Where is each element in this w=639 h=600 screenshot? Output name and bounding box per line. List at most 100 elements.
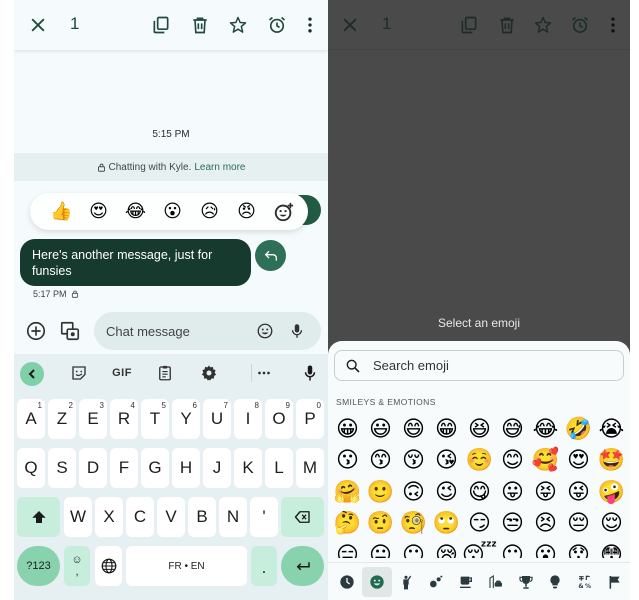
settings-gear-icon[interactable] (197, 362, 221, 384)
key-i[interactable]: I8 (234, 399, 262, 439)
emoji-item[interactable]: 😜 (562, 476, 595, 508)
chat-message-field[interactable] (94, 312, 321, 350)
emoji-item[interactable]: 😋 (463, 476, 496, 508)
microphone-icon[interactable] (287, 321, 307, 341)
gif-button[interactable]: GIF (110, 362, 134, 384)
key-z[interactable]: Z2 (48, 399, 76, 439)
keyboard-back-button[interactable] (20, 362, 44, 386)
emoji-item[interactable]: 😅 (496, 413, 529, 445)
emoji-item[interactable]: 🤔 (331, 508, 364, 540)
emoji-item[interactable]: 🤩 (595, 445, 628, 477)
gallery-camera-icon[interactable] (58, 319, 82, 343)
category-recent[interactable] (332, 567, 362, 597)
emoji-item[interactable]: 😃 (364, 413, 397, 445)
emoji-item[interactable]: 😯 (562, 539, 595, 558)
emoji-item[interactable]: 😳 (595, 539, 628, 558)
category-activities[interactable] (511, 567, 541, 597)
emoji-item[interactable]: 😚 (397, 445, 430, 477)
more-vert-icon[interactable] (298, 13, 322, 37)
key-w[interactable]: W (64, 497, 92, 537)
alarm-icon[interactable] (265, 13, 289, 37)
message-bubble[interactable]: Here's another message, just for funsies (20, 239, 251, 286)
emoji-item[interactable]: 😶 (496, 539, 529, 558)
key-j[interactable]: J (203, 448, 231, 488)
key-e[interactable]: E3 (79, 399, 107, 439)
category-symbols[interactable]: &% (570, 567, 600, 597)
emoji-item[interactable]: 😌 (595, 508, 628, 540)
emoji-item[interactable]: 😪 (430, 539, 463, 558)
emoji-item[interactable]: 😒 (496, 508, 529, 540)
category-food[interactable] (451, 567, 481, 597)
emoji-search-input[interactable] (373, 358, 573, 373)
comma-key[interactable]: ☺ , (64, 546, 90, 586)
reply-button[interactable] (255, 240, 286, 271)
key-k[interactable]: K (234, 448, 262, 488)
category-travel[interactable] (481, 567, 511, 597)
category-people[interactable] (392, 567, 422, 597)
category-flags[interactable] (600, 567, 630, 597)
emoji-item[interactable]: 😭 (595, 413, 628, 445)
emoji-item[interactable]: 😛 (496, 476, 529, 508)
emoji-item[interactable]: 🙃 (397, 476, 430, 508)
emoji-item[interactable]: 🙄 (430, 508, 463, 540)
emoji-item[interactable]: 😮 (529, 539, 562, 558)
emoji-item[interactable]: 😉 (430, 476, 463, 508)
emoji-item[interactable]: 😐 (364, 539, 397, 558)
emoji-search-box[interactable] (334, 350, 624, 381)
emoji-item[interactable]: 🤪 (595, 476, 628, 508)
emoji-item[interactable]: 😄 (397, 413, 430, 445)
emoji-item[interactable]: 😂 (529, 413, 562, 445)
category-smileys[interactable] (361, 566, 392, 597)
more-horiz-icon[interactable] (252, 362, 276, 384)
language-switch-key[interactable] (95, 546, 122, 586)
key-m[interactable]: M (296, 448, 324, 488)
key-apostrophe[interactable]: ' (250, 497, 278, 537)
emoji-icon[interactable] (255, 321, 275, 341)
emoji-item[interactable]: 😊 (496, 445, 529, 477)
enter-key[interactable] (281, 546, 324, 586)
key-g[interactable]: G (141, 448, 169, 488)
emoji-item[interactable]: 😆 (463, 413, 496, 445)
key-f[interactable]: F (110, 448, 138, 488)
emoji-item[interactable]: 😍 (562, 445, 595, 477)
backspace-key[interactable] (281, 497, 324, 537)
key-b[interactable]: B (188, 497, 216, 537)
reaction-heart-eyes[interactable]: 😍 (80, 197, 117, 227)
key-p[interactable]: P0 (296, 399, 324, 439)
sticker-icon[interactable] (67, 362, 91, 384)
key-o[interactable]: O9 (265, 399, 293, 439)
emoji-item[interactable]: 😙 (364, 445, 397, 477)
reaction-angry[interactable]: 😠 (228, 197, 265, 227)
star-icon[interactable] (226, 13, 250, 37)
key-n[interactable]: N (219, 497, 247, 537)
reaction-sad[interactable]: 😥 (191, 197, 228, 227)
key-x[interactable]: X (95, 497, 123, 537)
key-v[interactable]: V (157, 497, 185, 537)
emoji-item[interactable]: 🙂 (364, 476, 397, 508)
key-l[interactable]: L (265, 448, 293, 488)
key-y[interactable]: Y6 (172, 399, 200, 439)
key-c[interactable]: C (126, 497, 154, 537)
key-d[interactable]: D (79, 448, 107, 488)
emoji-item[interactable]: ☺️ (463, 445, 496, 477)
emoji-item[interactable]: 😴 (462, 539, 497, 558)
learn-more-link[interactable]: Learn more (194, 162, 245, 173)
shift-key[interactable] (17, 497, 60, 537)
key-a[interactable]: A1 (17, 399, 45, 439)
key-q[interactable]: Q (17, 448, 45, 488)
emoji-item[interactable]: 🤗 (331, 476, 364, 508)
reaction-thumbs-up[interactable]: 👍 (43, 197, 80, 227)
emoji-item[interactable]: 😏 (463, 508, 496, 540)
symbols-key[interactable]: ?123 (17, 546, 60, 586)
key-t[interactable]: T5 (141, 399, 169, 439)
reaction-surprised[interactable]: 😮 (154, 197, 191, 227)
key-u[interactable]: U7 (203, 399, 231, 439)
close-icon[interactable] (26, 13, 50, 37)
emoji-item[interactable]: 😑 (331, 539, 364, 558)
emoji-item[interactable]: 😗 (331, 445, 364, 477)
emoji-item[interactable]: 🤣 (562, 413, 595, 445)
emoji-item[interactable]: 🧐 (397, 508, 430, 540)
key-r[interactable]: R4 (110, 399, 138, 439)
key-s[interactable]: S (48, 448, 76, 488)
emoji-item[interactable]: 😁 (430, 413, 463, 445)
